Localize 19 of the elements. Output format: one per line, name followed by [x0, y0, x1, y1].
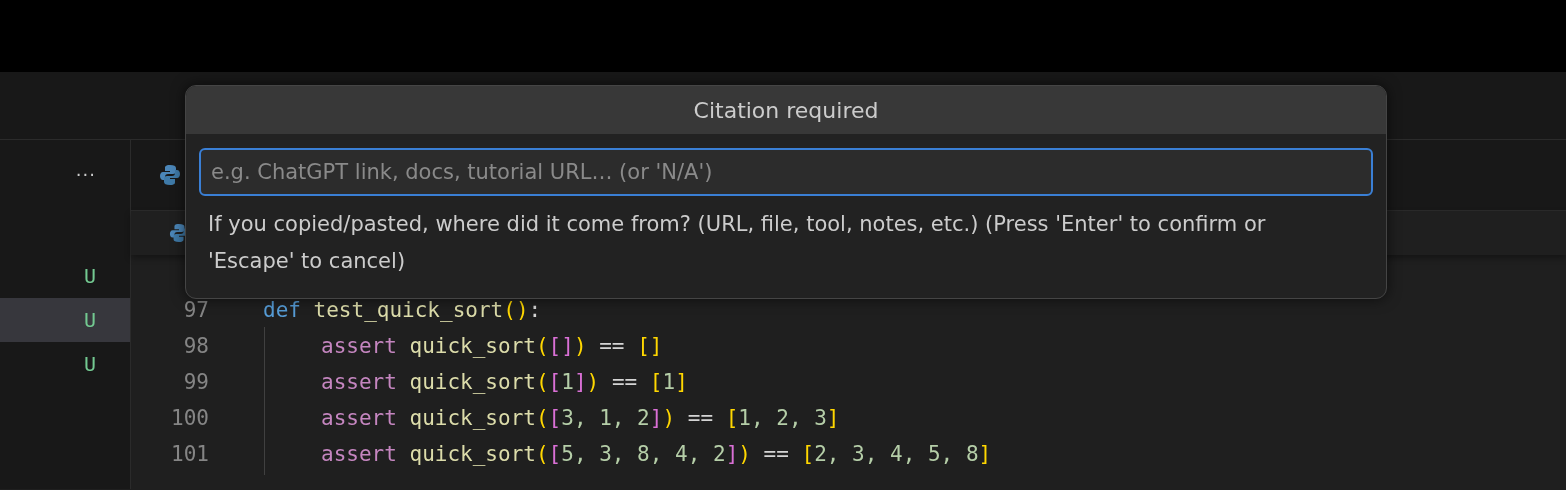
untracked-status: U [83, 307, 96, 334]
untracked-status: U [83, 351, 96, 378]
code-line: def test_quick_sort(): [263, 297, 542, 325]
help-text: If you copied/pasted, where did it come from? (URL, file, tool, notes, etc.) (Press 'Enter' to confirm or 'Escape' to cancel) [207, 211, 1267, 275]
code-line: assert quick_sort([1]) == [1] [263, 367, 688, 399]
python-icon [159, 164, 181, 186]
line-number: 100 [170, 405, 209, 433]
file-list-item[interactable]: U [0, 342, 130, 386]
line-number: 99 [182, 369, 209, 397]
more-actions-button[interactable]: ··· [75, 166, 96, 184]
line-number: 98 [182, 333, 209, 361]
dialog-title: Citation required [186, 86, 1386, 134]
file-list-item[interactable]: U [0, 298, 130, 342]
citation-input-field[interactable]: e.g. ChatGPT link, docs, tutorial URL… (or 'N/A') [199, 148, 1373, 196]
file-list-item[interactable]: U [0, 254, 130, 298]
code-line: assert quick_sort([3, 1, 2]) == [1, 2, 3] [263, 403, 840, 435]
untracked-status: U [83, 263, 96, 290]
line-number: 101 [170, 441, 209, 469]
line-number: 97 [182, 297, 209, 325]
